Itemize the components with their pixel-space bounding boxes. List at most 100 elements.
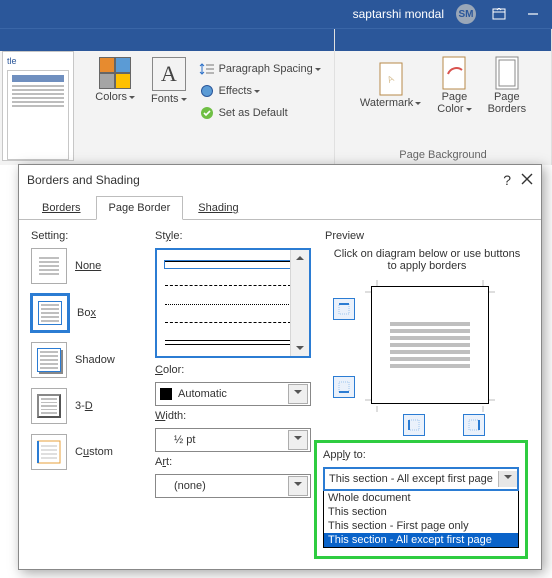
document-formatting-caption <box>204 149 207 161</box>
fonts-icon: A <box>152 57 186 91</box>
scroll-down-icon[interactable] <box>296 346 304 354</box>
chevron-down-icon[interactable] <box>288 476 308 496</box>
page-borders-icon <box>491 57 523 89</box>
apply-to-option[interactable]: This section - All except first page <box>324 533 518 547</box>
navigation-pane[interactable]: tle <box>2 51 74 161</box>
page-color-icon <box>438 57 470 89</box>
style-listbox[interactable] <box>155 248 311 358</box>
setting-3d[interactable]: 3-D <box>31 388 141 424</box>
setting-none[interactable]: None <box>31 248 141 284</box>
setting-column: Setting: None Box ShShadowadow 3-D Custo… <box>31 230 141 520</box>
set-as-default-label: Set as Default <box>219 107 288 119</box>
set-as-default-button[interactable]: Set as Default <box>199 103 321 123</box>
fonts-button[interactable]: A Fonts <box>147 55 191 107</box>
watermark-label: Watermark <box>360 97 421 109</box>
page-borders-label: Page Borders <box>488 91 527 115</box>
page-color-button[interactable]: Page Color <box>433 55 475 117</box>
document-formatting-group: Colors A Fonts Paragraph Spacing Effects… <box>78 29 335 165</box>
nav-title: tle <box>7 56 69 66</box>
watermark-button[interactable]: A Watermark <box>356 61 425 111</box>
color-swatch <box>160 388 172 400</box>
apply-to-option[interactable]: Whole document <box>324 491 518 505</box>
minimize-icon[interactable] <box>522 3 544 25</box>
setting-label: Setting: <box>31 230 141 242</box>
setting-custom-label: Custom <box>75 446 113 458</box>
fonts-label: Fonts <box>151 93 187 105</box>
border-top-button[interactable] <box>333 298 355 320</box>
style-option-dot[interactable] <box>165 304 291 305</box>
tab-shading[interactable]: Shading <box>185 196 251 220</box>
art-value: (none) <box>174 480 206 492</box>
dialog-titlebar: Borders and Shading ? <box>19 165 541 195</box>
apply-to-value: This section - All except first page <box>329 473 493 485</box>
tab-page-border[interactable]: Page Border <box>96 196 184 220</box>
style-option-double[interactable] <box>165 340 291 345</box>
apply-to-dropdown[interactable]: Whole document This section This section… <box>323 491 519 548</box>
paragraph-spacing-button[interactable]: Paragraph Spacing <box>199 59 321 79</box>
border-right-button[interactable] <box>463 414 485 436</box>
tab-borders[interactable]: Borders <box>29 196 94 220</box>
effects-icon <box>199 83 215 99</box>
art-combo[interactable]: (none) <box>155 474 311 498</box>
chevron-down-icon[interactable] <box>498 471 517 487</box>
apply-to-combo[interactable]: This section - All except first page <box>323 467 519 491</box>
setting-shadow-icon <box>31 342 67 378</box>
color-value: Automatic <box>178 388 227 400</box>
check-icon <box>199 105 215 121</box>
width-value: ½ pt <box>174 434 195 446</box>
apply-to-section: Apply to: This section - All except firs… <box>314 440 528 559</box>
preview-area <box>325 280 529 430</box>
window-titlebar: saptarshi mondal SM <box>0 0 552 28</box>
style-option-dash[interactable] <box>165 285 291 286</box>
colors-icon <box>99 57 131 89</box>
dialog-tabs: Borders Page Border Shading <box>19 195 541 220</box>
setting-custom-icon <box>31 434 67 470</box>
setting-custom[interactable]: Custom <box>31 434 141 470</box>
ribbon-display-options-icon[interactable] <box>488 3 510 25</box>
page-borders-button[interactable]: Page Borders <box>484 55 531 117</box>
preview-hint: Click on diagram below or use buttons to… <box>333 248 521 272</box>
apply-to-option[interactable]: This section <box>324 505 518 519</box>
watermark-icon: A <box>375 63 407 95</box>
apply-to-option[interactable]: This section - First page only <box>324 519 518 533</box>
style-column: Style: Color: Automatic Width: ½ pt <box>155 230 311 520</box>
width-combo[interactable]: ½ pt <box>155 428 311 452</box>
style-option-dash2[interactable] <box>165 322 291 323</box>
setting-box[interactable]: Box <box>31 294 141 332</box>
width-label: Width: <box>155 410 311 422</box>
setting-box-label: Box <box>77 307 96 319</box>
preview-page[interactable] <box>371 286 489 404</box>
scroll-up-icon[interactable] <box>296 252 304 260</box>
paragraph-spacing-label: Paragraph Spacing <box>219 63 321 75</box>
ribbon: tle Colors A Fonts Paragraph Spacing <box>0 28 552 165</box>
setting-3d-icon <box>31 388 67 424</box>
chevron-down-icon[interactable] <box>288 384 308 404</box>
nav-thumbnail[interactable] <box>7 70 69 160</box>
setting-shadow-label: ShShadowadow <box>75 354 115 366</box>
setting-shadow[interactable]: ShShadowadow <box>31 342 141 378</box>
style-scrollbar[interactable] <box>290 250 309 356</box>
setting-3d-label: 3-D <box>75 400 93 412</box>
border-left-button[interactable] <box>403 414 425 436</box>
colors-button[interactable]: Colors <box>91 55 139 105</box>
style-label: Style: <box>155 230 311 242</box>
setting-none-label: None <box>75 260 101 272</box>
user-avatar[interactable]: SM <box>456 4 476 24</box>
style-option-solid[interactable] <box>165 261 291 268</box>
color-combo[interactable]: Automatic <box>155 382 311 406</box>
close-icon[interactable] <box>521 173 533 188</box>
paragraph-spacing-icon <box>199 61 215 77</box>
art-label: Art: <box>155 456 311 468</box>
page-color-label: Page Color <box>437 91 471 115</box>
border-bottom-button[interactable] <box>333 376 355 398</box>
color-label: Color: <box>155 364 311 376</box>
colors-label: Colors <box>95 91 135 103</box>
effects-button[interactable]: Effects <box>199 81 321 101</box>
user-name: saptarshi mondal <box>353 7 444 21</box>
setting-none-icon <box>31 248 67 284</box>
chevron-down-icon[interactable] <box>288 430 308 450</box>
help-icon[interactable]: ? <box>503 172 511 188</box>
dialog-title: Borders and Shading <box>27 173 140 187</box>
page-background-group: A Watermark Page Color Page Borders Page… <box>335 29 552 165</box>
effects-label: Effects <box>219 85 260 97</box>
